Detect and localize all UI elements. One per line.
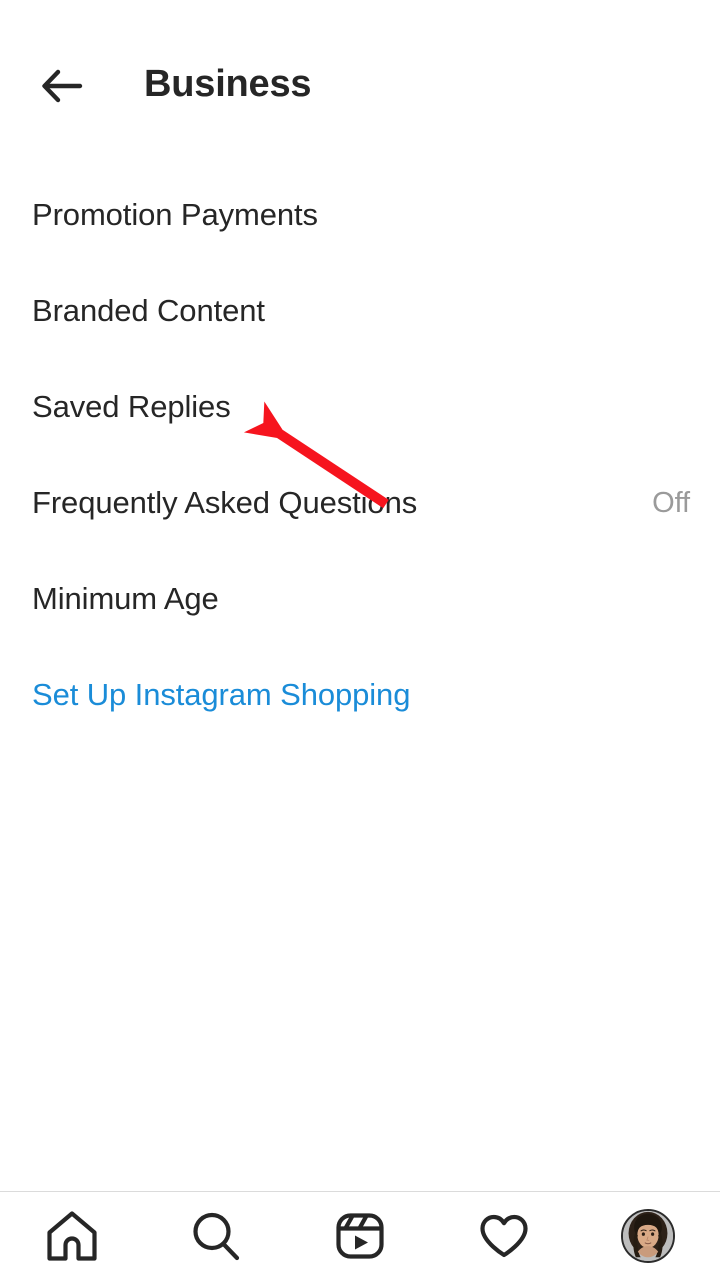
business-settings-screen: Business Promotion Payments Branded Cont… [0,0,720,1280]
menu-item-branded-content[interactable]: Branded Content [0,263,720,359]
menu-item-label: Set Up Instagram Shopping [32,677,411,712]
reels-icon [332,1208,388,1264]
menu-item-label: Frequently Asked Questions [32,485,418,520]
nav-item-home[interactable] [0,1192,144,1280]
menu-item-frequently-asked-questions[interactable]: Frequently Asked Questions Off [0,455,720,551]
menu-item-saved-replies[interactable]: Saved Replies [0,359,720,455]
nav-item-reels[interactable] [288,1192,432,1280]
back-button[interactable] [30,55,92,117]
heart-icon [476,1208,532,1264]
nav-item-profile[interactable] [576,1192,720,1280]
menu-item-label: Minimum Age [32,581,219,616]
menu-item-label: Promotion Payments [32,197,318,232]
avatar[interactable] [621,1209,675,1263]
arrow-left-icon [35,60,87,112]
menu-item-label: Branded Content [32,293,265,328]
app-header: Business [0,0,720,165]
menu-item-label: Saved Replies [32,389,231,424]
bottom-navigation-bar [0,1191,720,1280]
nav-item-activity[interactable] [432,1192,576,1280]
nav-item-search[interactable] [144,1192,288,1280]
home-icon [44,1208,100,1264]
menu-item-set-up-instagram-shopping[interactable]: Set Up Instagram Shopping [0,647,720,743]
menu-item-promotion-payments[interactable]: Promotion Payments [0,167,720,263]
menu-item-value: Off [652,486,690,519]
page-title: Business [144,63,312,105]
settings-menu-list: Promotion Payments Branded Content Saved… [0,165,720,1191]
search-icon [188,1208,244,1264]
menu-item-minimum-age[interactable]: Minimum Age [0,551,720,647]
